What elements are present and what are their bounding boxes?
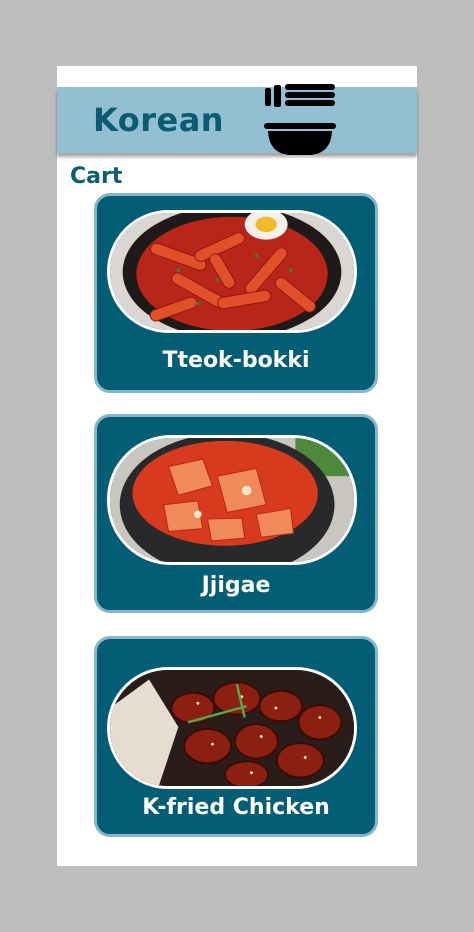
noodle-bowl-icon[interactable] — [263, 83, 337, 159]
cart-item-card[interactable]: Tteok-bokki — [94, 193, 378, 393]
tteokbokki-photo — [107, 210, 357, 333]
cart-item-card[interactable]: Jjigae — [94, 414, 378, 613]
cart-item-name: Tteok-bokki — [162, 348, 310, 373]
fried-chicken-photo — [107, 667, 357, 789]
jjigae-photo — [107, 435, 357, 565]
app-header: Korean — [57, 84, 417, 155]
cart-heading: Cart — [70, 164, 123, 189]
cart-item-name: Jjigae — [201, 573, 271, 598]
cart-item-name: K-fried Chicken — [142, 795, 330, 820]
app-screen: Korean Cart Tteok-bokki Jjigae K-fried C… — [57, 66, 417, 866]
cart-item-card[interactable]: K-fried Chicken — [94, 636, 378, 837]
app-title: Korean — [93, 101, 225, 139]
